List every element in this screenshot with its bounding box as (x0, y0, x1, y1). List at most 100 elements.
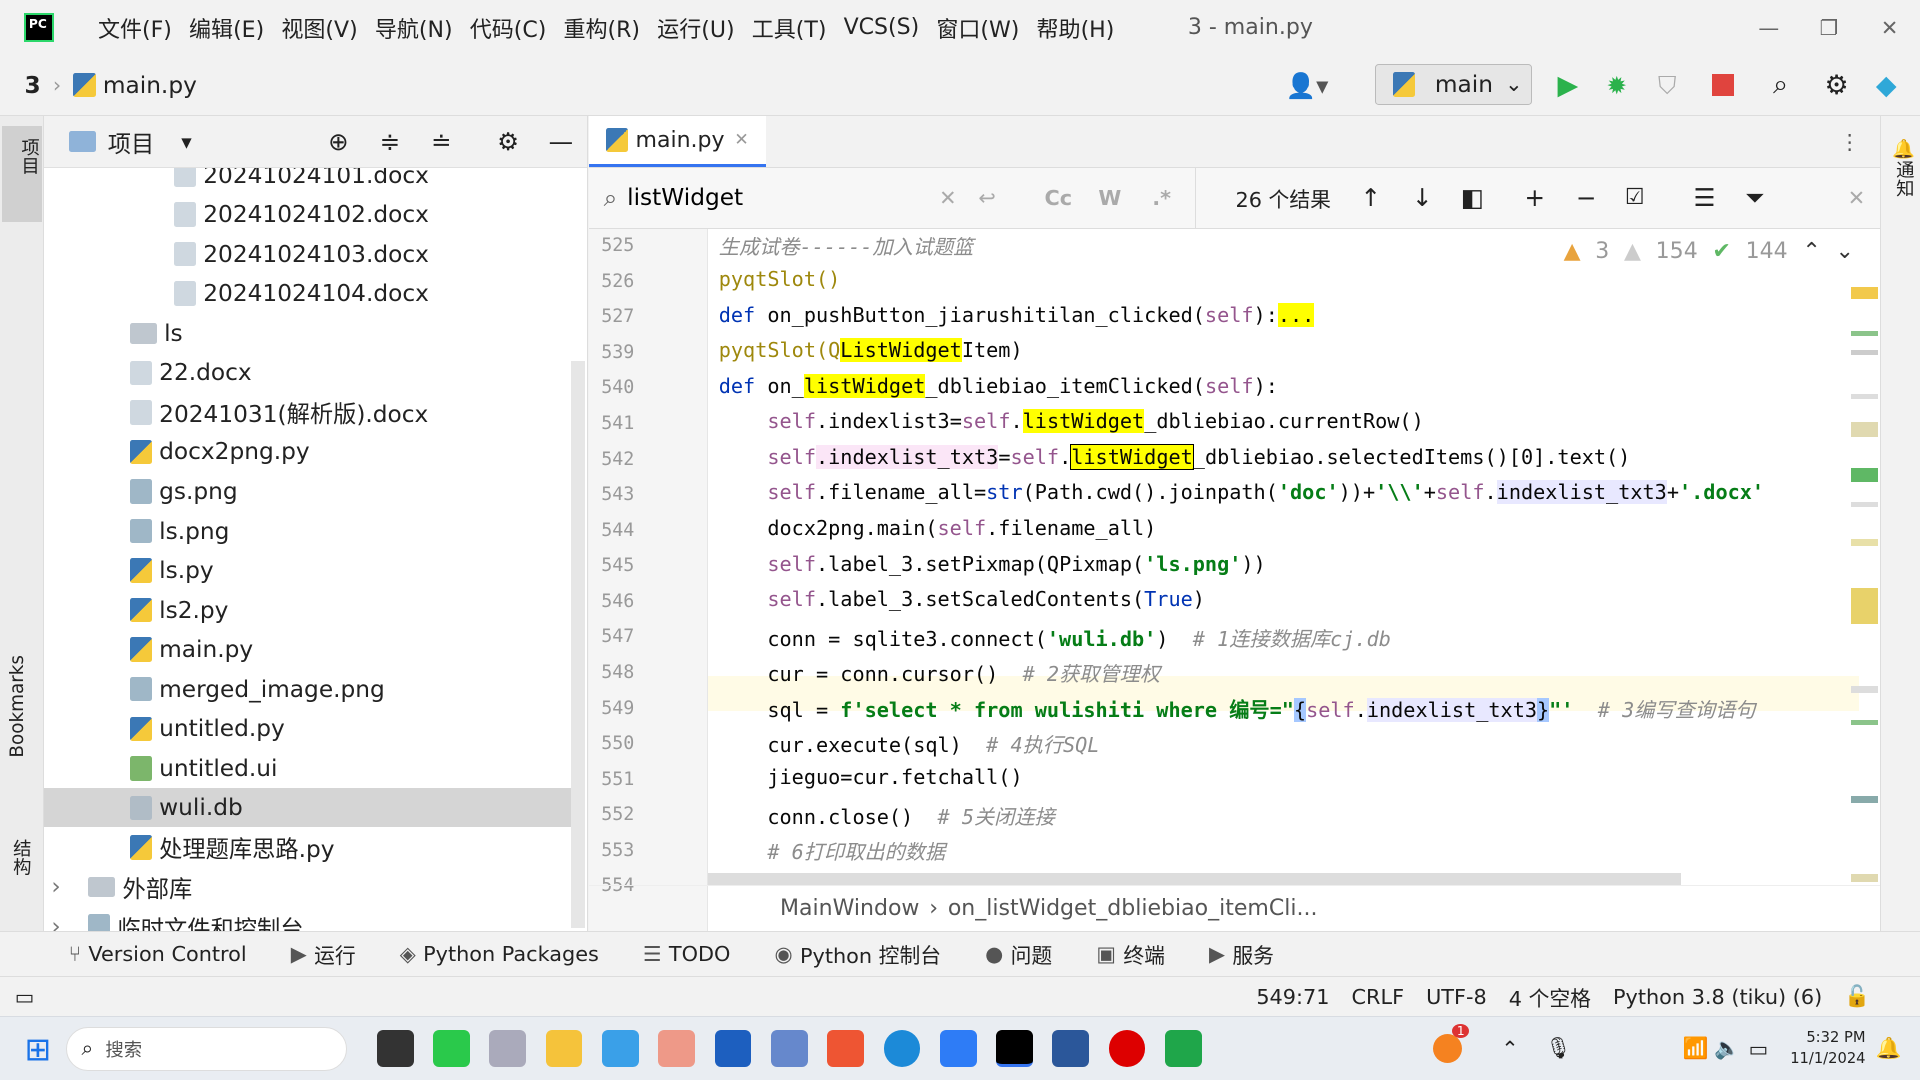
tree-item[interactable]: main.py (44, 630, 571, 669)
tree-item[interactable]: 20241024102.docx (44, 195, 571, 234)
error-stripe-mark[interactable] (1851, 286, 1879, 299)
tree-item[interactable]: › 临时文件和控制台 (44, 907, 571, 931)
error-stripe-mark[interactable] (1851, 350, 1879, 356)
menu-item[interactable]: VCS(S) (844, 15, 920, 40)
wechat-icon[interactable] (433, 1030, 470, 1068)
run-icon[interactable]: ▶ (1558, 70, 1579, 101)
debug-icon[interactable]: ✹ (1607, 71, 1628, 100)
remove-occurrence-icon[interactable]: − (1576, 183, 1597, 212)
pycharm-taskbar-icon[interactable] (996, 1030, 1033, 1068)
microphone-icon[interactable]: 🎙 (1545, 1036, 1571, 1061)
volume-icon[interactable]: 🔈 (1714, 1036, 1740, 1061)
settings-app-icon[interactable] (770, 1030, 808, 1068)
menu-item[interactable]: 文件(F) (98, 12, 172, 44)
tree-item[interactable]: gs.png (44, 472, 571, 511)
error-stripe-mark[interactable] (1851, 538, 1879, 547)
breadcrumb-project[interactable]: 3 (24, 72, 40, 99)
tree-item[interactable]: ls.png (44, 511, 571, 550)
error-stripe-mark[interactable] (1851, 502, 1879, 507)
tray-app-icon[interactable]: 1 (1432, 1024, 1470, 1064)
find-input[interactable] (627, 184, 873, 212)
word-icon[interactable] (1052, 1030, 1090, 1068)
tool-window-branch[interactable]: ⑂ Version Control (69, 942, 247, 966)
whole-words-toggle[interactable]: W (1098, 186, 1121, 210)
app-icon[interactable] (939, 1030, 977, 1068)
locate-icon[interactable]: ⊕ (328, 127, 349, 156)
file-encoding[interactable]: UTF-8 (1426, 985, 1487, 1009)
tree-item[interactable]: merged_image.png (44, 670, 571, 709)
file-explorer-icon[interactable] (545, 1030, 583, 1068)
close-tab-icon[interactable]: ✕ (734, 130, 748, 150)
battery-icon[interactable]: ▭ (1749, 1037, 1769, 1061)
close-window-button[interactable]: ✕ (1881, 16, 1898, 40)
select-all-check-icon[interactable]: ☑ (1625, 185, 1645, 210)
menu-item[interactable]: 窗口(W) (936, 12, 1019, 44)
taskbar-search[interactable]: ⌕ 搜索 (65, 1026, 348, 1071)
search-icon[interactable]: ⌕ (604, 183, 618, 212)
expand-all-icon[interactable]: ≑ (380, 127, 401, 156)
options-gear-icon[interactable]: ⚙ (497, 127, 519, 156)
tree-item[interactable]: 20241024101.docx (44, 167, 571, 195)
notifications-tool-button[interactable]: 🔔通知 (1890, 138, 1916, 197)
menu-item[interactable]: 视图(V) (281, 12, 357, 44)
settings-gear-icon[interactable]: ⚙ (1824, 70, 1848, 101)
add-occurrence-icon[interactable]: + (1524, 183, 1545, 212)
indent-setting[interactable]: 4 个空格 (1509, 982, 1591, 1012)
clock[interactable]: 5:32 PM 11/1/2024 (1790, 1028, 1865, 1070)
collapse-all-icon[interactable]: ≐ (431, 127, 452, 156)
next-highlight-icon[interactable]: ⌄ (1835, 239, 1853, 264)
error-stripe-mark[interactable] (1851, 330, 1879, 336)
menu-item[interactable]: 代码(C) (470, 12, 547, 44)
tree-item[interactable]: 22.docx (44, 353, 571, 392)
structure-tool-button[interactable]: 结构 (7, 839, 33, 876)
new-line-icon[interactable]: ↩ (978, 186, 995, 210)
tab-main-py[interactable]: main.py ✕ (588, 115, 766, 168)
minimize-button[interactable]: — (1758, 16, 1779, 40)
tree-item[interactable]: untitled.ui (44, 749, 571, 788)
tree-item[interactable]: docx2png.py (44, 432, 571, 471)
project-panel-title[interactable]: 项目 (108, 125, 155, 159)
tree-item[interactable]: 20241024103.docx (44, 235, 571, 274)
store-icon[interactable] (714, 1030, 752, 1068)
clear-search-icon[interactable]: ✕ (939, 186, 956, 210)
tool-window-python-console[interactable]: ◉ Python 控制台 (774, 939, 941, 969)
error-stripe-mark[interactable] (1851, 685, 1879, 694)
notification-bell-icon[interactable]: 🔔 (1876, 1036, 1902, 1061)
error-stripe-mark[interactable] (1851, 422, 1879, 438)
filter-lines-icon[interactable]: ☰ (1693, 183, 1715, 212)
tool-window-packages[interactable]: ◈ Python Packages (400, 942, 599, 966)
app-icon[interactable] (1164, 1030, 1202, 1068)
chevron-up-icon[interactable]: ⌃ (1501, 1037, 1518, 1061)
search-icon[interactable]: ⌕ (1773, 69, 1788, 101)
app-icon[interactable] (827, 1030, 864, 1068)
project-tool-button[interactable]: 项目 (2, 126, 42, 222)
tool-window-todo[interactable]: ☰ TODO (643, 942, 730, 966)
menu-item[interactable]: 帮助(H) (1037, 12, 1115, 44)
task-view-icon[interactable] (376, 1030, 414, 1068)
edge-icon[interactable] (883, 1030, 921, 1068)
python-interpreter[interactable]: Python 3.8 (tiku) (6) (1613, 985, 1822, 1009)
tree-item[interactable]: 处理题库思路.py (44, 828, 571, 867)
lock-icon[interactable]: 🔓 (1844, 984, 1870, 1009)
inspection-widget[interactable]: ▲ 3 ▲ 154 ✔ 144 ⌃ ⌄ (1564, 239, 1854, 264)
restore-button[interactable]: ❐ (1820, 16, 1839, 40)
caret-position[interactable]: 549:71 (1256, 985, 1329, 1009)
bookmarks-tool-button[interactable]: Bookmarks (7, 655, 28, 758)
menu-item[interactable]: 编辑(E) (189, 12, 264, 44)
tree-item[interactable]: 20241024104.docx (44, 274, 571, 313)
stop-icon[interactable] (1711, 74, 1734, 97)
error-stripe-mark[interactable] (1851, 587, 1879, 625)
code-area[interactable]: 生成试卷------加入试题篮 pyqtSlot() def on_pushButt… (589, 229, 1850, 878)
tree-item[interactable]: wuli.db (44, 788, 571, 828)
tool-window-run[interactable]: ▶ 运行 (291, 939, 356, 969)
select-all-occurrences-icon[interactable]: ◧ (1461, 183, 1484, 212)
app-icon[interactable] (602, 1030, 639, 1068)
toggle-panels-icon[interactable]: ▭ (15, 985, 35, 1009)
error-stripe-mark[interactable] (1851, 795, 1879, 804)
error-stripe-mark[interactable] (1851, 467, 1879, 483)
more-options-icon[interactable]: ⋮ (1839, 130, 1860, 154)
error-stripe-mark[interactable] (1851, 394, 1879, 400)
app-icon[interactable] (489, 1030, 527, 1068)
menu-item[interactable]: 工具(T) (752, 12, 827, 44)
project-scrollbar[interactable] (570, 361, 586, 929)
